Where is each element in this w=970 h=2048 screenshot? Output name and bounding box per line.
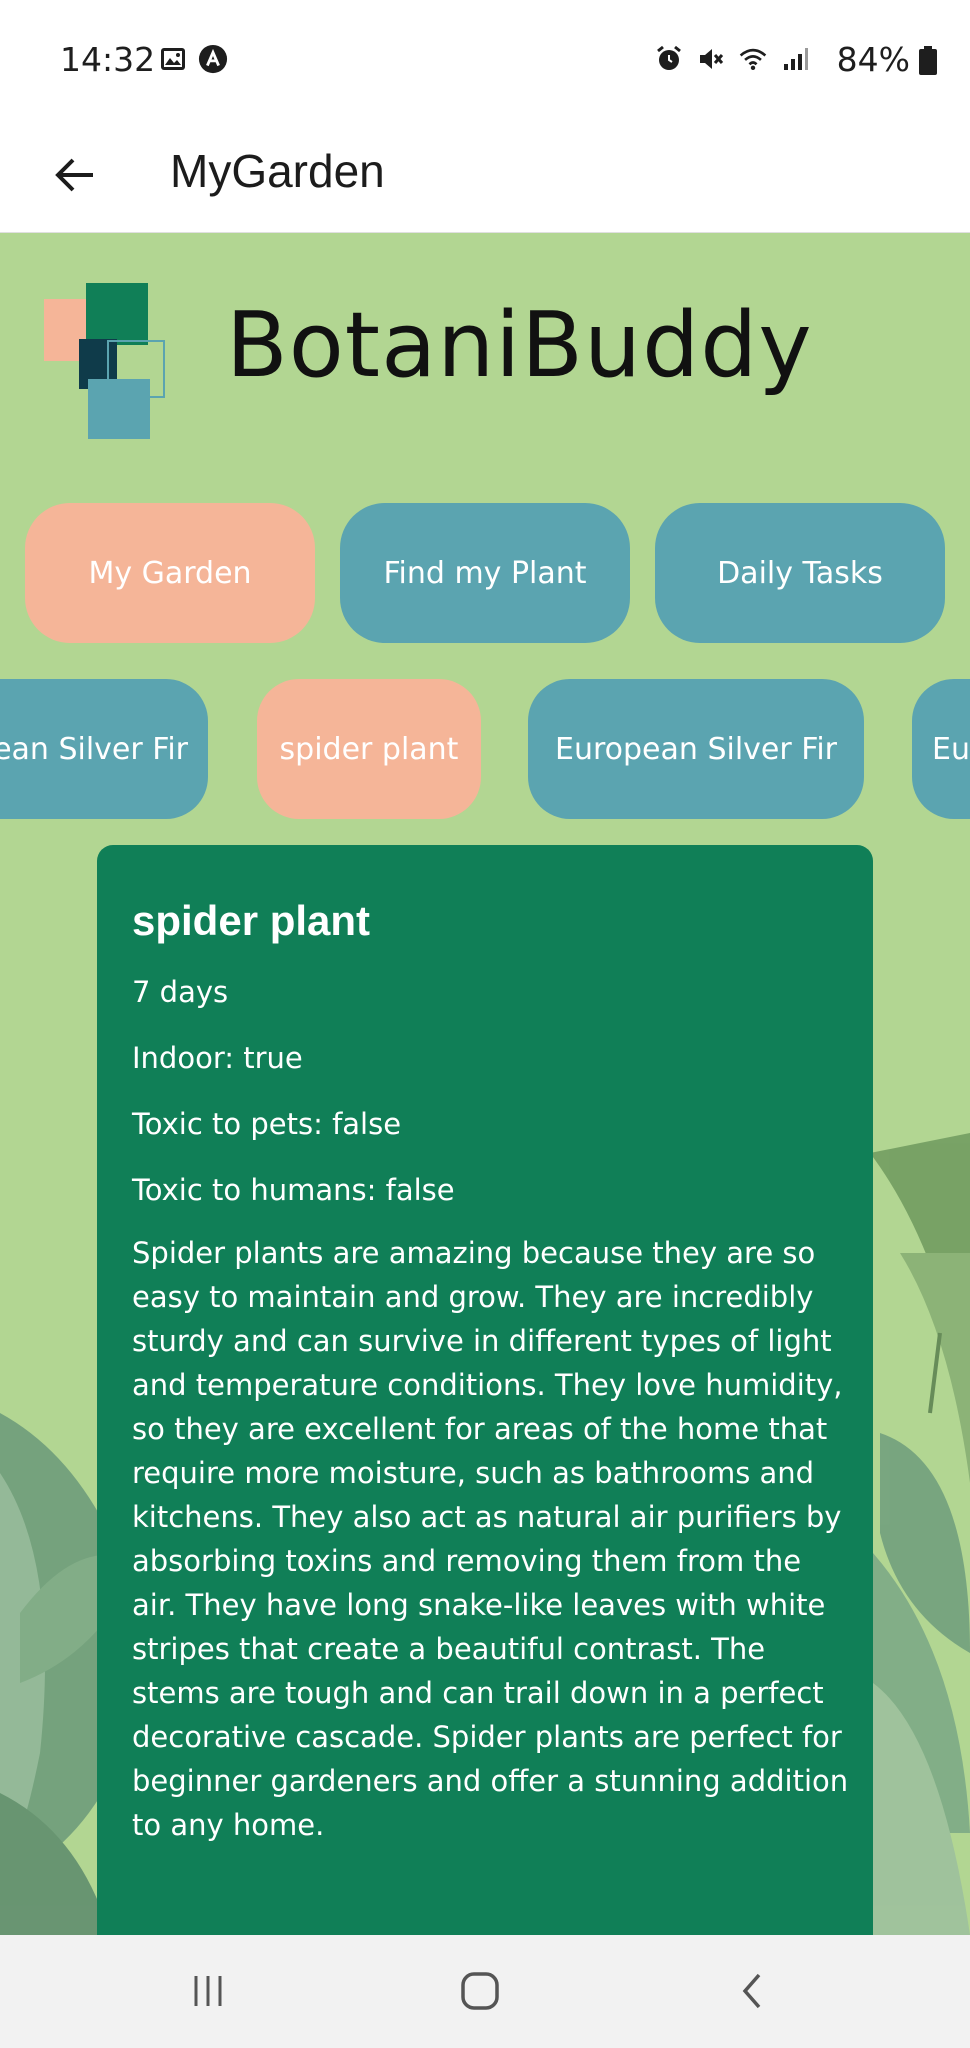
- home-button[interactable]: [450, 1965, 510, 2017]
- home-icon: [461, 1972, 499, 2010]
- recent-apps-icon: [194, 1976, 222, 2006]
- back-button[interactable]: [40, 140, 110, 210]
- my-garden-button[interactable]: My Garden: [25, 503, 315, 643]
- signal-icon: [780, 44, 810, 74]
- plant-tab-label: European Silver Fir: [0, 731, 188, 767]
- alarm-icon: [654, 44, 684, 74]
- plant-name: spider plant: [132, 897, 371, 944]
- main-content: BotaniBuddy My Garden Find my Plant Dail…: [0, 233, 970, 1935]
- find-my-plant-label: Find my Plant: [383, 555, 587, 591]
- wifi-icon: [738, 44, 768, 74]
- plant-detail-card: spider plant 7 days Indoor: true Toxic t…: [97, 845, 873, 1935]
- watering-interval: 7 days: [132, 975, 229, 1009]
- system-nav-bar: [0, 1935, 970, 2048]
- status-time: 14:32: [60, 40, 156, 79]
- arrow-left-icon: [55, 158, 93, 192]
- battery-percent: 84%: [836, 40, 910, 79]
- image-icon: [158, 44, 188, 74]
- plant-tab-label: European Silver Fir: [555, 731, 837, 767]
- plant-tab-selected[interactable]: spider plant: [257, 679, 481, 819]
- page-title: MyGarden: [170, 145, 385, 197]
- plant-tab-label: Eu: [932, 731, 970, 767]
- find-my-plant-button[interactable]: Find my Plant: [340, 503, 630, 643]
- mute-icon: [696, 44, 726, 74]
- status-bar: 14:32 84%: [0, 0, 970, 120]
- daily-tasks-button[interactable]: Daily Tasks: [655, 503, 945, 643]
- indoor-status: Indoor: true: [132, 1041, 303, 1075]
- brand-name: BotaniBuddy: [226, 293, 813, 398]
- plant-tab[interactable]: European Silver Fir: [0, 679, 208, 819]
- plant-tab-strip[interactable]: European Silver Fir spider plant Europea…: [0, 679, 970, 821]
- a-notification-icon: [198, 44, 228, 74]
- app-bar: MyGarden: [0, 120, 970, 233]
- my-garden-label: My Garden: [88, 555, 252, 591]
- recent-apps-button[interactable]: [178, 1965, 238, 2017]
- daily-tasks-label: Daily Tasks: [717, 555, 883, 591]
- plant-tab-label: spider plant: [279, 731, 459, 767]
- back-chevron-icon: [742, 1973, 761, 2009]
- toxic-to-humans: Toxic to humans: false: [132, 1173, 455, 1207]
- battery-icon: [918, 46, 938, 80]
- plant-description: Spider plants are amazing because they a…: [132, 1236, 849, 1842]
- botanibuddy-logo: [44, 283, 165, 439]
- back-nav-button[interactable]: [722, 1965, 782, 2017]
- toxic-to-pets: Toxic to pets: false: [132, 1107, 402, 1141]
- plant-tab[interactable]: European Silver Fir: [528, 679, 864, 819]
- plant-tab[interactable]: Eu: [912, 679, 970, 819]
- nav-button-group: My Garden Find my Plant Daily Tasks: [25, 503, 945, 643]
